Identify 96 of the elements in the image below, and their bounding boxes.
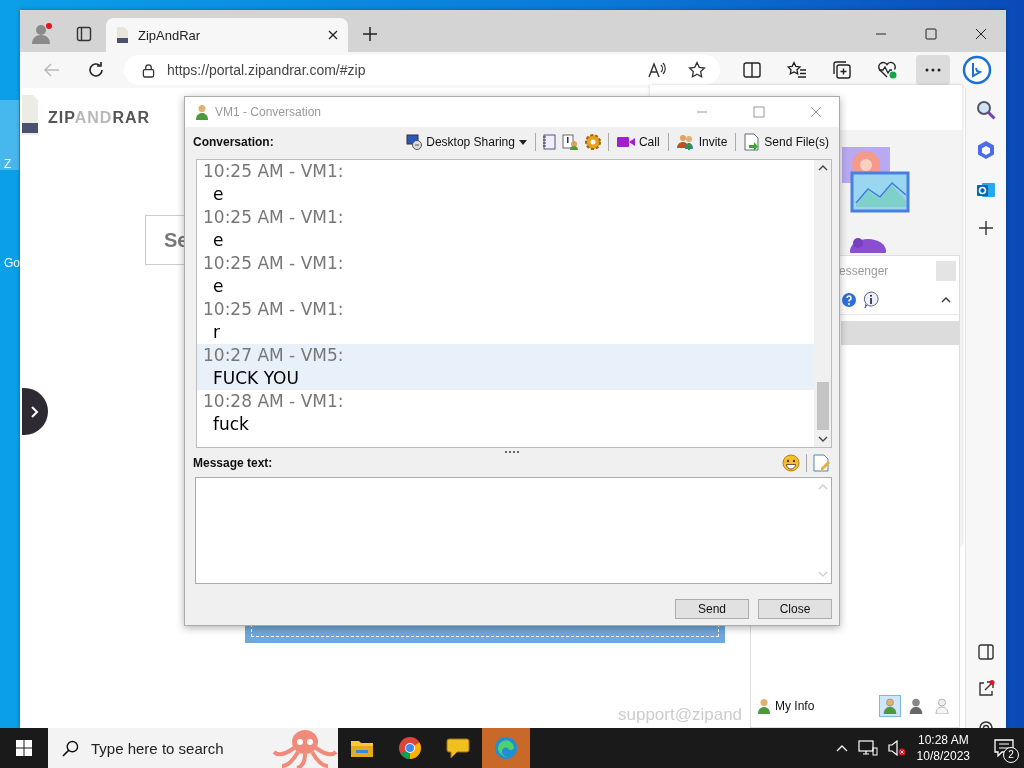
more-icon <box>925 68 941 72</box>
monitor-icon <box>406 134 423 150</box>
message-text: e <box>212 229 224 252</box>
caret-icon <box>518 139 527 145</box>
star-icon[interactable] <box>688 61 706 79</box>
windows-start-icon[interactable] <box>16 740 32 756</box>
hexagon-icon[interactable] <box>976 140 996 160</box>
mail-icon[interactable] <box>976 180 996 200</box>
people-icon <box>676 134 695 150</box>
window-title: essenger <box>839 264 889 278</box>
scroll-down-icon[interactable] <box>817 436 828 442</box>
call-button[interactable]: Call <box>614 135 662 149</box>
browser-tab[interactable]: ZipAndRar <box>106 18 348 52</box>
network-icon[interactable] <box>857 740 878 756</box>
file-arrow-icon <box>744 133 761 151</box>
scroll-up-icon[interactable] <box>817 165 828 171</box>
close-icon[interactable] <box>975 28 987 40</box>
person-icon <box>909 698 923 714</box>
message-header: 10:27 AM - VM5: <box>203 344 344 367</box>
clock-date[interactable]: 10/8/2023 <box>916 748 970 764</box>
send-files-button[interactable]: Send File(s) <box>742 133 831 151</box>
message-text: fuck <box>212 413 249 436</box>
search-icon <box>62 739 79 757</box>
read-aloud-icon[interactable] <box>648 62 666 78</box>
close-button[interactable]: Close <box>758 599 832 619</box>
chat-message[interactable]: 10:25 AM - VM1: e <box>197 206 814 252</box>
new-tab-icon[interactable] <box>362 26 378 42</box>
add-icon[interactable] <box>978 220 994 236</box>
window-title: VM1 - Conversation <box>215 105 322 119</box>
collections-icon[interactable] <box>833 61 851 79</box>
taskbar-search-field[interactable]: Type here to search <box>48 728 338 768</box>
search-icon[interactable] <box>976 100 996 120</box>
chat-message[interactable]: 10:25 AM - VM1: e <box>197 252 814 298</box>
send-button[interactable]: Send <box>675 599 749 619</box>
section-label: Conversation: <box>193 135 274 149</box>
refresh-icon[interactable] <box>87 61 105 79</box>
tab-actions-icon[interactable] <box>76 26 92 42</box>
status-button[interactable] <box>879 695 901 717</box>
collapse-icon[interactable] <box>941 297 951 303</box>
clock-time[interactable]: 10:28 AM <box>917 732 969 748</box>
maximize-icon[interactable] <box>925 28 937 40</box>
message-header: 10:25 AM - VM1: <box>203 160 344 183</box>
chat-bubble-icon[interactable] <box>962 55 992 85</box>
expand-button[interactable] <box>22 388 48 435</box>
scroll-thumb[interactable] <box>816 382 829 430</box>
help-icon[interactable] <box>841 292 857 308</box>
sidebar-icon[interactable] <box>978 644 994 660</box>
scrollbar[interactable] <box>814 160 831 447</box>
favorites-icon[interactable] <box>787 61 807 79</box>
file-icon <box>116 27 128 43</box>
person-icon <box>935 698 949 714</box>
video-camera-icon <box>616 136 635 148</box>
browser-icon <box>398 736 422 760</box>
notifications-button[interactable]: 2 <box>984 728 1024 768</box>
chat-message[interactable]: 10:25 AM - VM1: e <box>197 160 814 206</box>
chevron-up-icon[interactable] <box>835 744 848 752</box>
message-header: 10:25 AM - VM1: <box>203 298 344 321</box>
address-bar[interactable]: https://portal.zipandrar.com/#zip <box>124 55 720 85</box>
gear-icon[interactable] <box>583 133 602 151</box>
message-header: 10:25 AM - VM1: <box>203 206 344 229</box>
message-text: e <box>212 275 224 298</box>
invite-button[interactable]: Invite <box>674 134 730 150</box>
split-screen-icon[interactable] <box>743 62 761 78</box>
chat-message[interactable]: 10:27 AM - VM5: FUCK YOU <box>197 344 814 390</box>
info-icon[interactable] <box>863 291 879 309</box>
volume-muted-icon[interactable] <box>887 740 906 756</box>
person-icon <box>757 698 771 714</box>
contact-info-icon[interactable] <box>561 134 578 150</box>
my-info-link[interactable]: My Info <box>775 699 815 713</box>
message-text: r <box>212 321 220 344</box>
message-header: 10:25 AM - VM1: <box>203 252 344 275</box>
settings-icon[interactable] <box>977 718 995 728</box>
section-label: Message text: <box>193 456 273 470</box>
message-text: e <box>212 183 224 206</box>
notification-badge: 2 <box>1003 747 1019 763</box>
logo-text[interactable]: ZIPANDRAR <box>48 109 151 127</box>
file-icon <box>22 95 38 135</box>
person-icon <box>883 698 897 714</box>
person-icon <box>195 104 209 120</box>
folder-icon <box>350 738 374 758</box>
chat-bubble-icon <box>446 737 470 759</box>
chevron-right-icon <box>31 405 39 418</box>
browser-icon <box>494 736 518 760</box>
chat-message[interactable]: 10:28 AM - VM1: fuck <box>197 390 814 436</box>
close-icon[interactable] <box>328 30 338 40</box>
profile-icon[interactable] <box>30 22 54 46</box>
chat-message[interactable]: 10:25 AM - VM1: r <box>197 298 814 344</box>
message-header: 10:28 AM - VM1: <box>203 390 344 413</box>
smiley-icon[interactable] <box>782 454 800 472</box>
desktop-sharing-button[interactable]: Desktop Sharing <box>404 134 529 150</box>
external-link-icon[interactable] <box>977 680 995 698</box>
message-icon <box>994 739 1014 757</box>
health-icon[interactable] <box>877 61 897 79</box>
message-text: FUCK YOU <box>212 367 299 390</box>
lock-icon <box>142 62 155 78</box>
notebook-icon[interactable] <box>541 134 556 150</box>
